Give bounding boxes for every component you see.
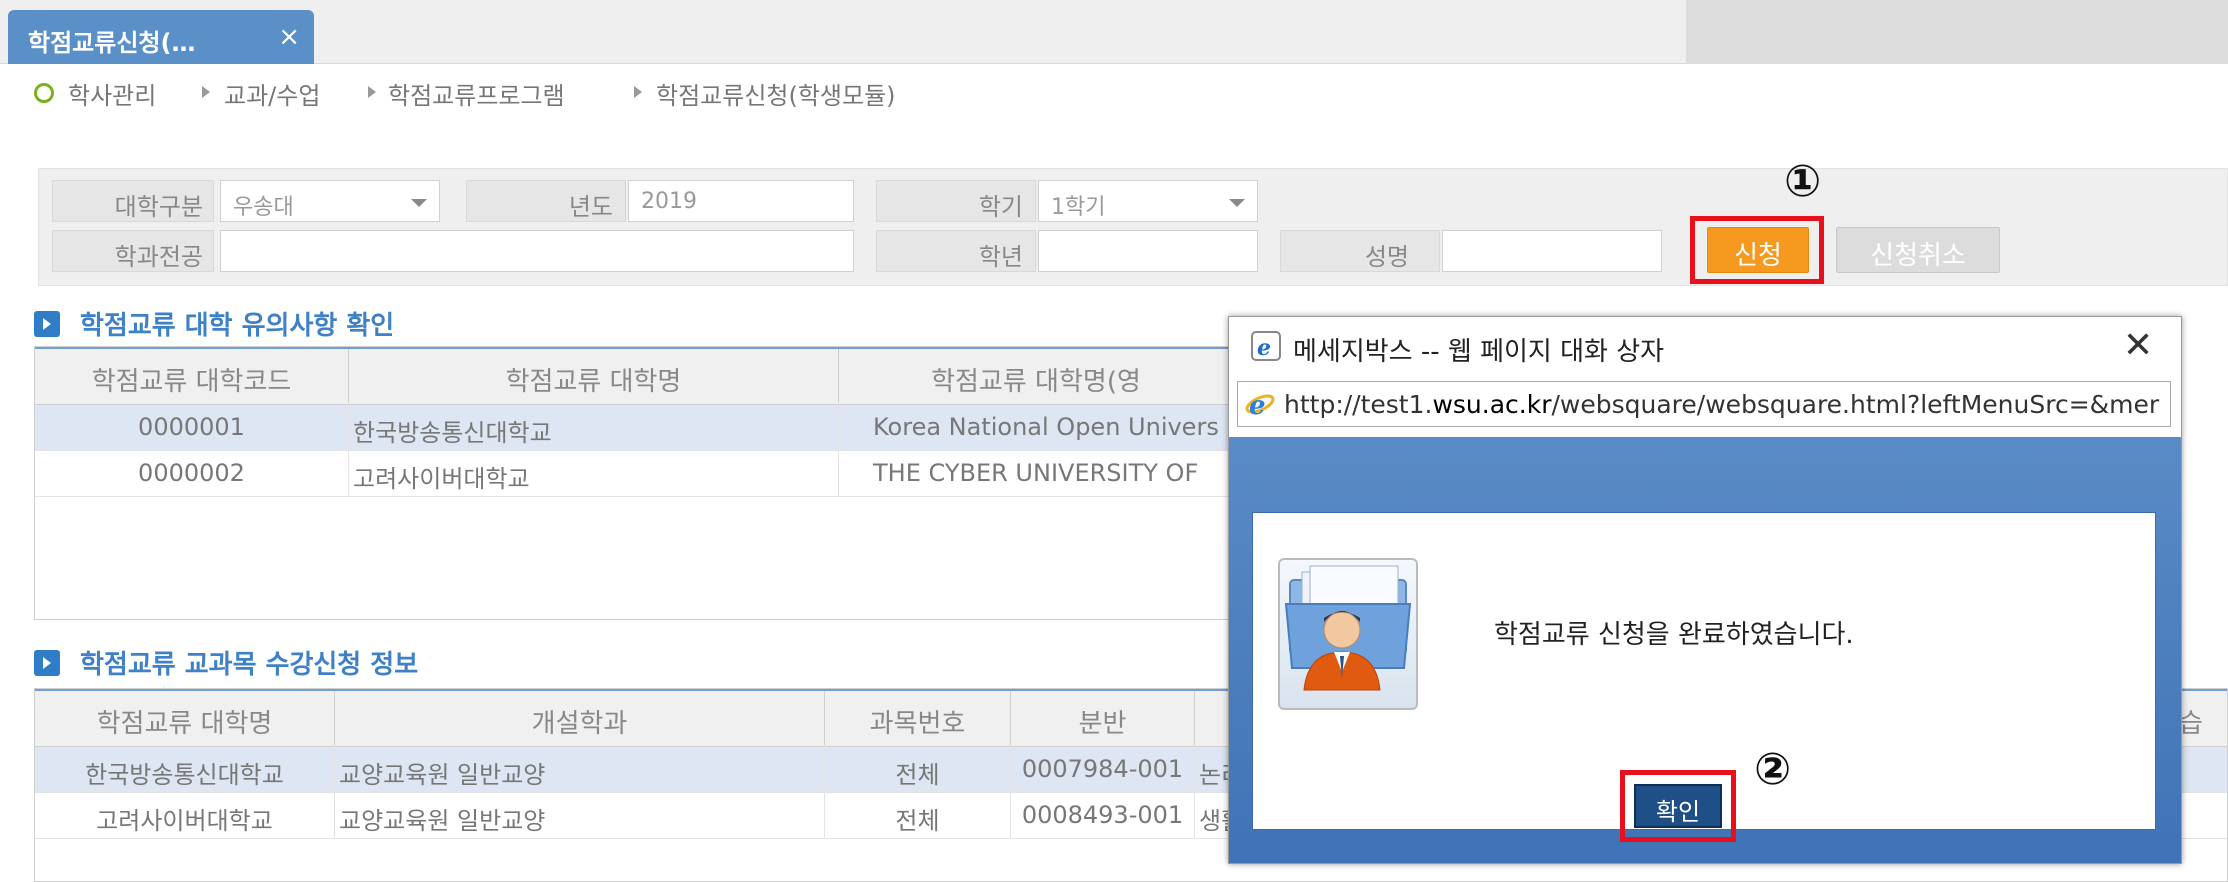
- univ-label: 대학구분: [52, 180, 214, 222]
- section-arrow-icon: [34, 311, 60, 337]
- table-cell: 전체: [825, 793, 1011, 839]
- url-text: http://test1.wsu.ac.kr/websquare/websqua…: [1284, 390, 2164, 419]
- svg-text:e: e: [1257, 335, 1271, 361]
- section-arrow-icon: [34, 650, 60, 676]
- cancel-apply-button[interactable]: 신청취소: [1836, 227, 2000, 273]
- svg-text:e: e: [1249, 391, 1266, 420]
- table-cell: 0007984-001: [1011, 747, 1195, 793]
- dialog-title: 메세지박스 -- 웹 페이지 대화 상자: [1293, 337, 1665, 367]
- column-header[interactable]: 분반: [1011, 691, 1195, 745]
- table-cell: 교양교육원 일반교양: [335, 747, 825, 793]
- univ-select-value: 우송대: [233, 195, 294, 220]
- user-folder-icon: [1278, 558, 1418, 710]
- ok-button[interactable]: 확인: [1634, 784, 1722, 828]
- dialog-titlebar[interactable]: e 메세지박스 -- 웹 페이지 대화 상자 ✕: [1229, 317, 2181, 377]
- step-marker: ②: [1754, 744, 1792, 795]
- breadcrumb-arrow-icon: [634, 86, 642, 98]
- breadcrumb-arrow-icon: [202, 86, 210, 98]
- table-cell: Korea National Open Univers: [873, 413, 1219, 441]
- year-label: 년도: [466, 180, 626, 222]
- column-header[interactable]: 학점교류 대학코드: [35, 349, 349, 403]
- step-marker: ①: [1784, 156, 1822, 207]
- breadcrumb-bullet-icon: [34, 83, 54, 103]
- dept-field[interactable]: [220, 230, 854, 272]
- ie-icon: e: [1251, 331, 1283, 363]
- table-cell: 한국방송통신대학교: [35, 747, 335, 793]
- table-row[interactable]: 0000002 고려사이버대학교 THE CYBER UNIVERSITY OF: [35, 451, 1233, 497]
- breadcrumb-item[interactable]: 학사관리: [68, 76, 156, 111]
- semester-label: 학기: [876, 180, 1036, 222]
- url-domain: wsu.ac.kr: [1432, 390, 1552, 419]
- grade-label: 학년: [876, 230, 1036, 272]
- ie-globe-icon: e: [1244, 388, 1276, 428]
- chevron-down-icon: [1229, 199, 1245, 207]
- column-header[interactable]: 학점교류 대학명: [35, 691, 335, 745]
- grid-header: 학점교류 대학코드 학점교류 대학명 학점교류 대학명(영: [35, 347, 1233, 405]
- notice-grid: 학점교류 대학코드 학점교류 대학명 학점교류 대학명(영 0000001 한국…: [34, 346, 1234, 620]
- dialog-message: 학점교류 신청을 완료하였습니다.: [1494, 620, 1854, 650]
- semester-select[interactable]: 1학기: [1038, 180, 1258, 222]
- breadcrumb-item[interactable]: 교과/수업: [224, 76, 320, 111]
- column-header[interactable]: 학점교류 대학명(영: [839, 349, 1233, 403]
- table-cell: 0008493-001: [1011, 793, 1195, 839]
- tab-credit-exchange[interactable]: 학점교류신청(… ×: [8, 10, 314, 64]
- grade-field[interactable]: [1038, 230, 1258, 272]
- address-bar[interactable]: e http://test1.wsu.ac.kr/websquare/websq…: [1237, 381, 2171, 427]
- breadcrumb-arrow-icon: [368, 86, 376, 98]
- table-cell: THE CYBER UNIVERSITY OF: [873, 459, 1199, 487]
- close-icon[interactable]: ✕: [2123, 325, 2153, 366]
- section-title: 학점교류 교과목 수강신청 정보: [80, 650, 419, 680]
- table-cell: 0000002: [35, 451, 349, 497]
- chevron-down-icon: [411, 199, 427, 207]
- name-field[interactable]: [1442, 230, 1662, 272]
- apply-button[interactable]: 신청: [1707, 227, 1809, 273]
- table-cell: 고려사이버대학교: [35, 793, 335, 839]
- table-row[interactable]: 0000001 한국방송통신대학교 Korea National Open Un…: [35, 405, 1233, 451]
- column-header[interactable]: 개설학과: [335, 691, 825, 745]
- name-label: 성명: [1280, 230, 1440, 272]
- tab-label: 학점교류신청(…: [28, 29, 196, 57]
- url-path: /websquare/websquare.html?leftMenuSrc=&m…: [1551, 390, 2160, 419]
- column-header[interactable]: 과목번호: [825, 691, 1011, 745]
- table-cell: 고려사이버대학교: [349, 451, 839, 497]
- tab-close-icon[interactable]: ×: [278, 22, 300, 52]
- year-field[interactable]: 2019: [628, 180, 854, 222]
- breadcrumb-item[interactable]: 학점교류신청(학생모듈): [656, 76, 896, 111]
- table-cell: 전체: [825, 747, 1011, 793]
- dept-label: 학과전공: [52, 230, 214, 272]
- table-cell: 한국방송통신대학교: [349, 405, 839, 451]
- univ-select[interactable]: 우송대: [220, 180, 440, 222]
- semester-select-value: 1학기: [1051, 195, 1106, 220]
- table-cell: 교양교육원 일반교양: [335, 793, 825, 839]
- tab-bar-filler: [1686, 0, 2228, 64]
- column-header[interactable]: 학점교류 대학명: [349, 349, 839, 403]
- section-title: 학점교류 대학 유의사항 확인: [80, 311, 395, 341]
- url-prefix: http://test1.: [1284, 390, 1433, 419]
- table-cell: 0000001: [35, 405, 349, 451]
- breadcrumb-item[interactable]: 학점교류프로그램: [388, 76, 565, 111]
